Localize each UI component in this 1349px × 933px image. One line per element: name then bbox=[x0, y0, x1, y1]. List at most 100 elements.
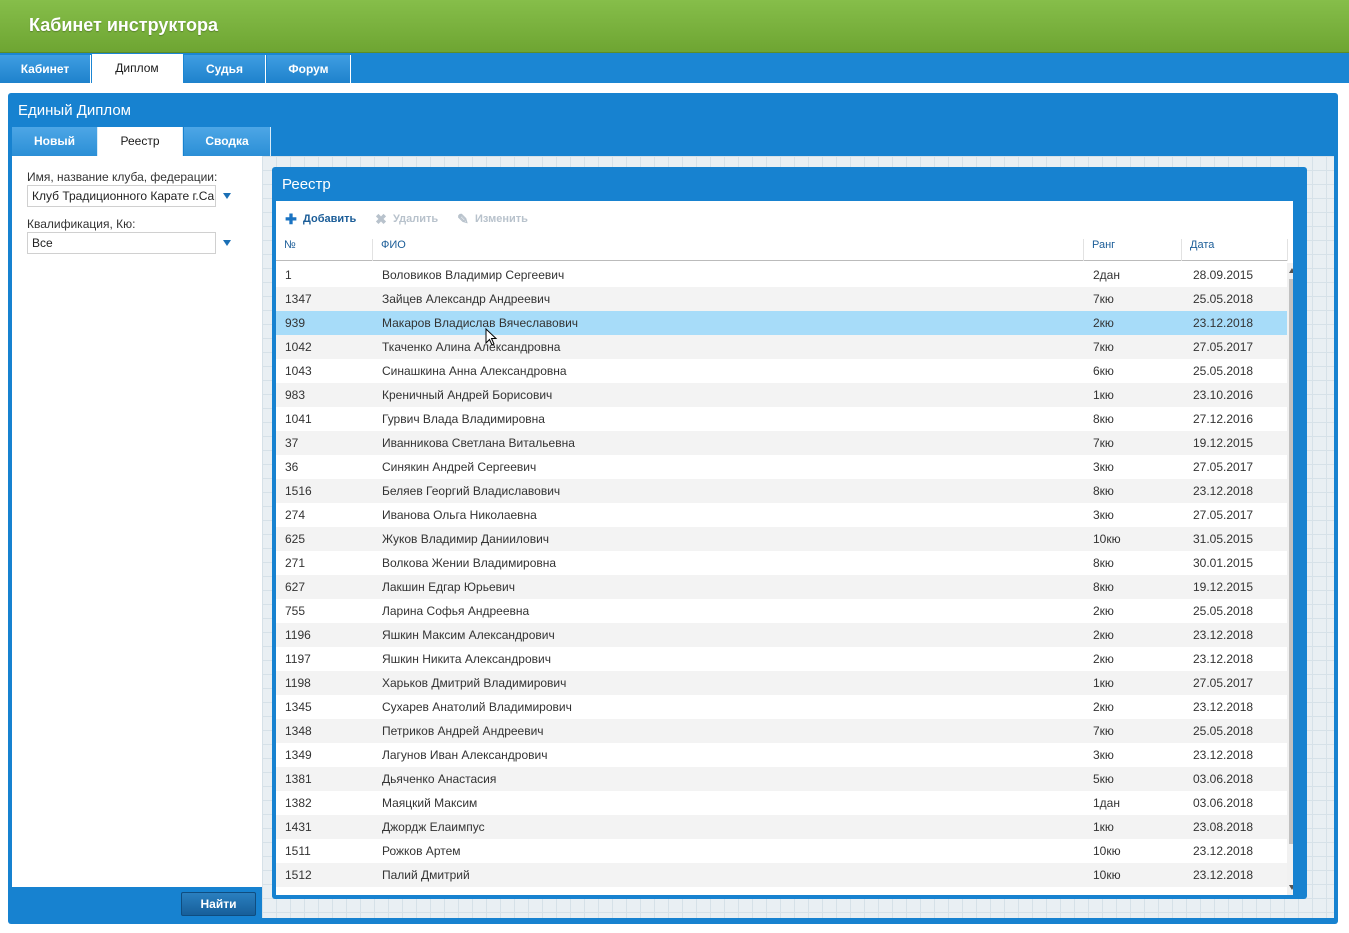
cell-num: 755 bbox=[285, 604, 306, 618]
table-row[interactable]: 1043 Синашкина Анна Александровна 6кю 25.05… bbox=[276, 359, 1287, 383]
find-button[interactable]: Найти bbox=[181, 892, 256, 916]
cell-num: 1381 bbox=[285, 772, 312, 786]
tab-cabinet[interactable]: Кабинет bbox=[0, 55, 91, 83]
cell-num: 1382 bbox=[285, 796, 312, 810]
table-row[interactable]: 1042 Ткаченко Алина Александровна 7кю 27.05… bbox=[276, 335, 1287, 359]
add-button[interactable]: ✚ Добавить bbox=[284, 211, 356, 227]
table-row[interactable]: 1345 Сухарев Анатолий Владимирович 2кю 23.1… bbox=[276, 695, 1287, 719]
col-header-date[interactable]: Дата bbox=[1182, 239, 1288, 261]
cell-rank: 10кю bbox=[1093, 844, 1121, 858]
cell-fio: Креничный Андрей Борисович bbox=[382, 388, 553, 402]
table-row[interactable]: 755 Ларина Софья Андреевна 2кю 25.05.2018 bbox=[276, 599, 1287, 623]
table-row[interactable]: 36 Синякин Андрей Сергеевич 3кю 27.05.2017 bbox=[276, 455, 1287, 479]
cell-date: 23.10.2016 bbox=[1193, 388, 1254, 402]
cell-fio: Яшкин Максим Александрович bbox=[382, 628, 555, 642]
cell-num: 1 bbox=[285, 268, 292, 282]
cell-fio: Макаров Владислав Вячеславович bbox=[382, 316, 579, 330]
tab-diploma[interactable]: Диплом bbox=[92, 54, 183, 83]
table-row[interactable]: 1381 Дьяченко Анастасия 5кю 03.06.2018 bbox=[276, 767, 1287, 791]
table-row[interactable]: 1347 Зайцев Александр Андреевич 7кю 25.05.2… bbox=[276, 287, 1287, 311]
cell-fio: Гурвич Влада Владимировна bbox=[382, 412, 545, 426]
table-row[interactable]: 1516 Беляев Георгий Владиславович 8кю 23.12… bbox=[276, 479, 1287, 503]
table-row[interactable]: 1 Воловиков Владимир Сергеевич 2дан 28.09.2… bbox=[276, 263, 1287, 287]
cell-rank: 1дан bbox=[1093, 796, 1120, 810]
cell-fio: Дьяченко Анастасия bbox=[382, 772, 497, 786]
table-row[interactable]: 939 Макаров Владислав Вячеславович 2кю 23.1… bbox=[276, 311, 1287, 335]
edit-button[interactable]: ✎ Изменить bbox=[456, 211, 528, 227]
cell-rank: 8кю bbox=[1093, 412, 1114, 426]
cell-date: 23.08.2018 bbox=[1193, 820, 1254, 834]
registry-title: Реестр bbox=[282, 176, 331, 193]
scroll-thumb[interactable] bbox=[1289, 279, 1293, 844]
table-row[interactable]: 1349 Лагунов Иван Александрович 3кю 23.12.2… bbox=[276, 743, 1287, 767]
cell-num: 274 bbox=[285, 508, 306, 522]
cell-fio: Палий Дмитрий bbox=[382, 868, 470, 882]
cell-date: 30.01.2015 bbox=[1193, 556, 1254, 570]
table-row[interactable]: 271 Волкова Жении Владимировна 8кю 30.01.20… bbox=[276, 551, 1287, 575]
table-row[interactable]: 37 Иванникова Светлана Витальевна 7кю 19.12… bbox=[276, 431, 1287, 455]
qualification-label: Квалификация, Кю: bbox=[27, 217, 136, 231]
table-row[interactable]: 1382 Маяцкий Максим 1дан 03.06.2018 bbox=[276, 791, 1287, 815]
club-input[interactable]: Клуб Традиционного Карате г.Са bbox=[27, 185, 216, 207]
cell-rank: 7кю bbox=[1093, 340, 1114, 354]
cell-fio: Беляев Георгий Владиславович bbox=[382, 484, 561, 498]
cell-fio: Рожков Артем bbox=[382, 844, 461, 858]
cell-rank: 8кю bbox=[1093, 556, 1114, 570]
cell-num: 1345 bbox=[285, 700, 312, 714]
cell-rank: 2кю bbox=[1093, 652, 1114, 666]
cell-fio: Волкова Жении Владимировна bbox=[382, 556, 557, 570]
delete-button[interactable]: ✖ Удалить bbox=[374, 211, 438, 227]
qualification-dropdown-icon[interactable] bbox=[223, 240, 231, 246]
cell-date: 23.12.2018 bbox=[1193, 844, 1254, 858]
cell-rank: 8кю bbox=[1093, 580, 1114, 594]
club-dropdown-icon[interactable] bbox=[223, 193, 231, 199]
table-row[interactable]: 983 Креничный Андрей Борисович 1кю 23.10.20… bbox=[276, 383, 1287, 407]
cell-rank: 3кю bbox=[1093, 508, 1114, 522]
table-rows: 1 Воловиков Владимир Сергеевич 2дан 28.09.2… bbox=[276, 263, 1287, 895]
col-header-fio[interactable]: ФИО bbox=[373, 239, 1084, 261]
cell-date: 27.05.2017 bbox=[1193, 460, 1254, 474]
cell-num: 271 bbox=[285, 556, 306, 570]
cell-num: 1512 bbox=[285, 868, 312, 882]
table-row[interactable]: 1041 Гурвич Влада Владимировна 8кю 27.12.20… bbox=[276, 407, 1287, 431]
scroll-down-arrow-icon[interactable] bbox=[1289, 885, 1293, 890]
scroll-up-arrow-icon[interactable] bbox=[1289, 268, 1293, 273]
top-nav: Кабинет Диплом Судья Форум bbox=[0, 53, 1349, 83]
tab-judge[interactable]: Судья bbox=[184, 55, 266, 83]
tab-forum[interactable]: Форум bbox=[267, 55, 351, 83]
cell-rank: 2кю bbox=[1093, 604, 1114, 618]
col-header-num[interactable]: № bbox=[276, 239, 373, 261]
cell-fio: Маяцкий Максим bbox=[382, 796, 478, 810]
table-row[interactable]: 1512 Палий Дмитрий 10кю 23.12.2018 bbox=[276, 863, 1287, 887]
table-row[interactable]: 1348 Петриков Андрей Андреевич 7кю 25.05.20… bbox=[276, 719, 1287, 743]
cell-date: 23.12.2018 bbox=[1193, 316, 1254, 330]
table-row[interactable]: 625 Жуков Владимир Даниилович 10кю 31.05.20… bbox=[276, 527, 1287, 551]
table-row[interactable]: 274 Иванова Ольга Николаевна 3кю 27.05.2017 bbox=[276, 503, 1287, 527]
subtab-summary[interactable]: Сводка bbox=[184, 127, 271, 156]
table-row[interactable]: 1196 Яшкин Максим Александрович 2кю 23.12.2… bbox=[276, 623, 1287, 647]
cell-fio: Лакшин Едгар Юрьевич bbox=[382, 580, 515, 594]
cell-num: 1198 bbox=[285, 676, 311, 690]
cell-fio: Ткаченко Алина Александровна bbox=[382, 340, 561, 354]
table-row[interactable]: 1198 Харьков Дмитрий Владимирович 1кю 27.05… bbox=[276, 671, 1287, 695]
subtab-registry[interactable]: Реестр bbox=[98, 127, 183, 156]
cell-date: 27.05.2017 bbox=[1193, 676, 1254, 690]
qualification-select[interactable]: Все bbox=[27, 232, 216, 254]
table-row[interactable]: 1511 Рожков Артем 10кю 23.12.2018 bbox=[276, 839, 1287, 863]
cell-fio: Синашкина Анна Александровна bbox=[382, 364, 567, 378]
table-row[interactable]: 1431 Джордж Елаимпус 1кю 23.08.2018 bbox=[276, 815, 1287, 839]
vertical-scrollbar[interactable] bbox=[1287, 263, 1293, 895]
subtab-new[interactable]: Новый bbox=[12, 127, 98, 156]
cell-date: 03.06.2018 bbox=[1193, 772, 1254, 786]
cell-fio: Синякин Андрей Сергеевич bbox=[382, 460, 537, 474]
cell-date: 23.12.2018 bbox=[1193, 748, 1254, 762]
col-header-rank[interactable]: Ранг bbox=[1084, 239, 1182, 261]
cell-fio: Зайцев Александр Андреевич bbox=[382, 292, 551, 306]
cell-num: 627 bbox=[285, 580, 306, 594]
cell-date: 25.05.2018 bbox=[1193, 292, 1254, 306]
cell-num: 1347 bbox=[285, 292, 312, 306]
cell-rank: 1кю bbox=[1093, 820, 1114, 834]
table-row[interactable]: 627 Лакшин Едгар Юрьевич 8кю 19.12.2015 bbox=[276, 575, 1287, 599]
table-row[interactable]: 1197 Яшкин Никита Александрович 2кю 23.12.2… bbox=[276, 647, 1287, 671]
cell-rank: 3кю bbox=[1093, 748, 1114, 762]
